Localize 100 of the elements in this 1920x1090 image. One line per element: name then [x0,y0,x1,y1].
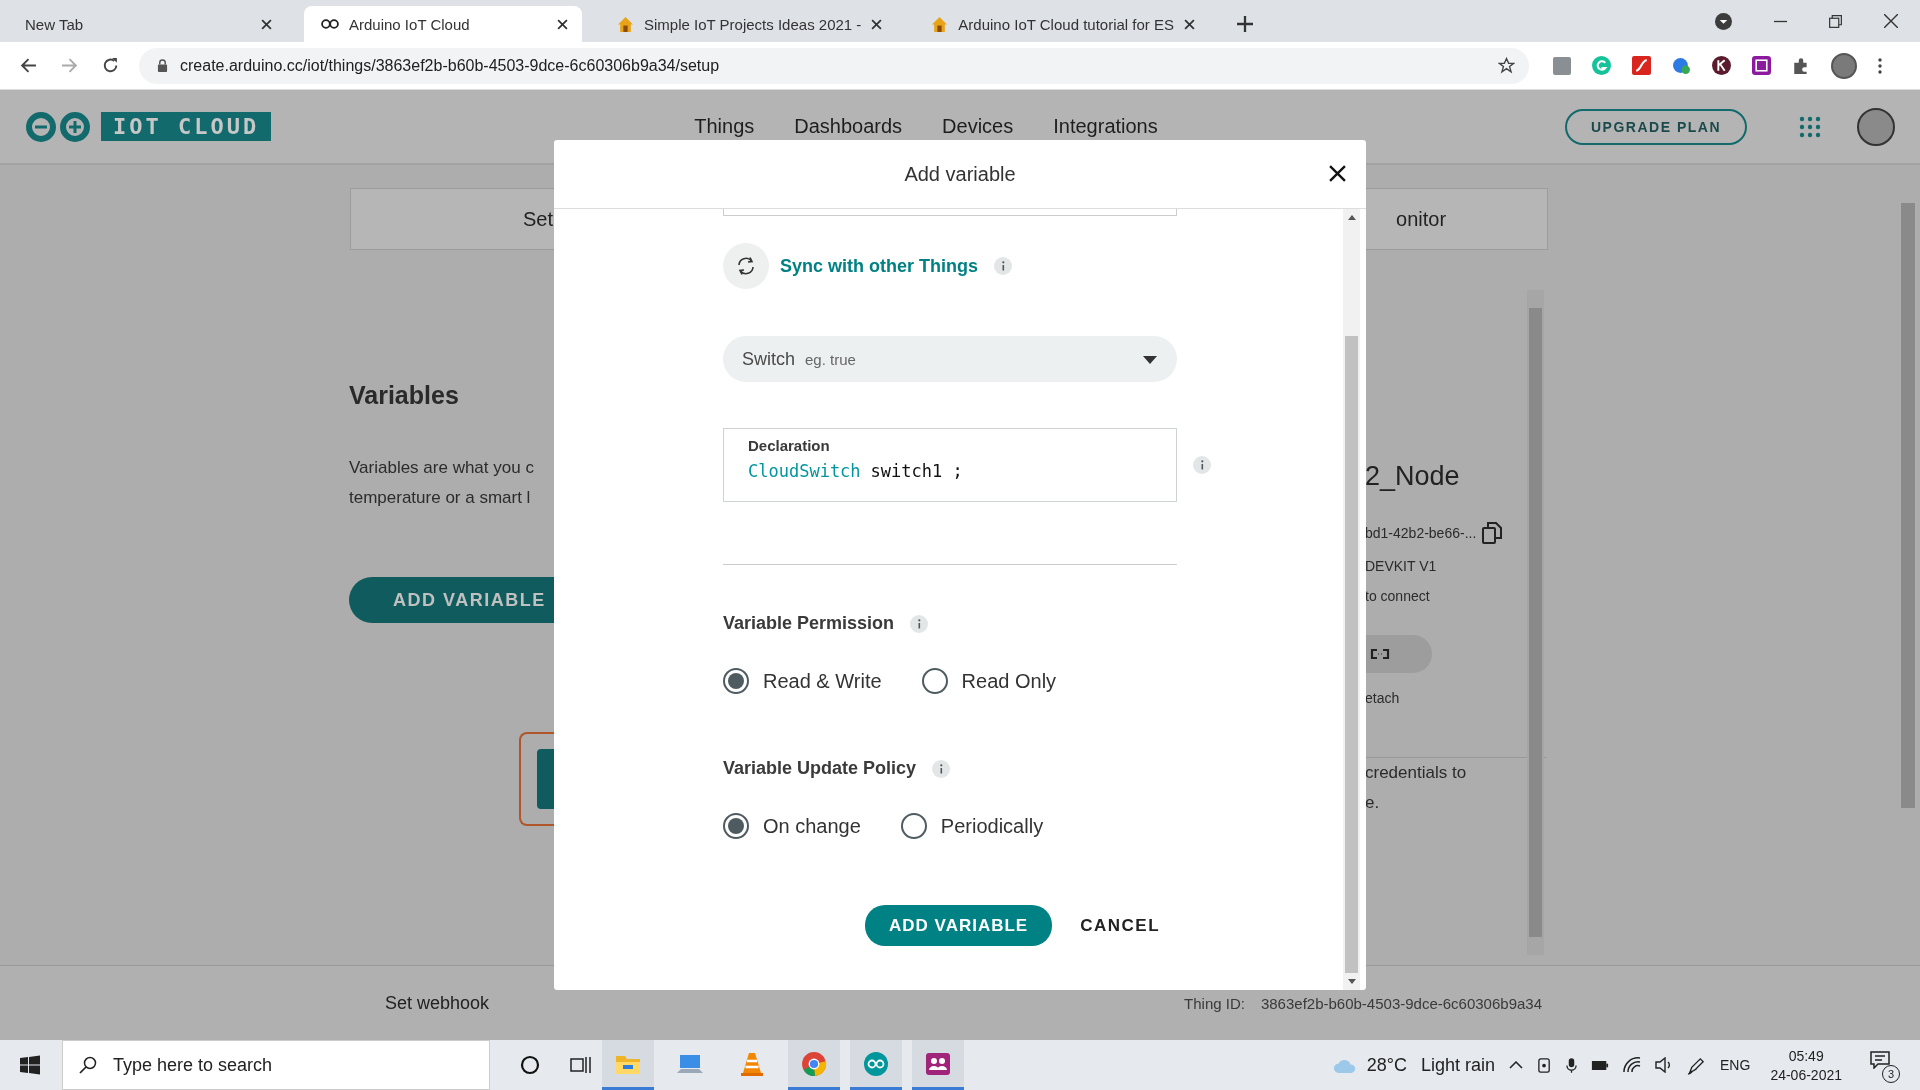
extension-icon[interactable] [1712,56,1731,75]
page-tab[interactable]: onitor [1396,207,1447,231]
nav-link[interactable]: Dashboards [794,115,903,138]
caret-icon [1143,355,1157,364]
reload-icon[interactable] [102,57,119,74]
info-icon[interactable] [932,759,951,778]
declaration-label: Declaration [748,437,831,454]
taskbar-app[interactable] [850,1040,902,1090]
add-variable-button[interactable]: ADD VARIABLE [865,905,1053,946]
scroll-down-icon[interactable] [1347,979,1356,984]
group-label: Variable Permission [723,613,895,634]
nav-link[interactable]: Integrations [1053,115,1158,138]
notifications-button[interactable]: 3 [1870,1047,1900,1083]
browser-tab[interactable]: Arduino IoT Cloud [304,6,582,42]
detach-button[interactable] [1365,635,1432,673]
battery-icon[interactable] [1591,1059,1610,1071]
scroll-up-icon[interactable] [1347,215,1356,220]
group-label: Variable Update Policy [723,758,917,779]
device-id: bd1-42b2-be66-... [1365,525,1477,541]
radio-label[interactable]: Read Only [961,669,1057,693]
plus-icon[interactable] [1237,16,1253,32]
chrome-icon [801,1050,827,1077]
pen-icon[interactable] [1687,1055,1707,1075]
tab-title: Simple IoT Projects Ideas 2021 - [644,15,862,33]
avatar[interactable] [1831,52,1857,79]
scrollbar[interactable] [1343,209,1360,990]
code-variable: switch1 ; [870,461,963,481]
back-arrow-icon[interactable] [20,57,37,74]
task-view-icon[interactable] [570,1055,592,1075]
page-tab[interactable]: Set [523,207,554,231]
thing-id-label: Thing ID: [1184,994,1245,1012]
scrollbar[interactable] [1901,203,1915,808]
radio-label[interactable]: Read & Write [763,669,882,693]
tab-title: Arduino IoT Cloud tutorial for ES [958,15,1174,33]
browser-tab[interactable]: Arduino IoT Cloud tutorial for ES [914,6,1209,42]
chevron-up-icon[interactable] [1509,1061,1524,1069]
house-icon [931,15,949,33]
wifi-icon[interactable] [1623,1057,1642,1073]
type-dropdown[interactable]: Switch eg. true [723,336,1177,382]
dropdown-icon[interactable] [1715,12,1732,30]
cancel-button[interactable]: CANCEL [1074,914,1167,937]
logo-text[interactable]: IOT CLOUD [101,112,272,141]
network-text: e. [1365,792,1381,814]
language-indicator[interactable]: ENG [1720,1057,1751,1073]
card-chip [537,749,557,809]
radio-button[interactable] [723,668,749,694]
clock-date[interactable]: 24-06-2021 [1770,1066,1842,1083]
status-text: to connect [1365,588,1431,604]
nav-link[interactable]: Devices [942,115,1014,138]
board-name: DEVKIT V1 [1365,558,1438,574]
radio-button[interactable] [723,813,749,839]
close-icon[interactable] [261,18,272,30]
copy-icon[interactable] [1482,522,1503,544]
radio-button[interactable] [921,668,948,694]
avatar[interactable] [1857,107,1895,146]
temperature-text[interactable]: 28°C [1366,1054,1407,1076]
microphone-icon[interactable] [1566,1056,1578,1074]
menu-icon[interactable] [1878,57,1882,74]
radio-button[interactable] [900,813,927,839]
description-text: Variables are what you c [349,457,535,479]
close-icon[interactable] [557,18,568,30]
close-icon[interactable] [1884,14,1898,28]
lock-icon [157,59,168,72]
upgrade-plan-button[interactable]: UPGRADE PLAN [1565,108,1747,145]
search-field[interactable]: Type here to search [62,1040,490,1090]
cortana-circle-icon[interactable] [520,1055,540,1075]
sync-link[interactable]: Sync with other Things [780,255,978,277]
address-bar[interactable]: create.arduino.cc/iot/things/3863ef2b-b60b-4503-9dce-6c60306b9a34/setup [139,47,1529,84]
tab-title: New Tab [25,15,85,33]
close-icon[interactable] [871,18,883,30]
clock-time[interactable]: 05:49 [1788,1047,1824,1064]
info-icon[interactable] [1193,456,1211,474]
sync-button[interactable] [723,243,769,289]
text-field[interactable] [723,209,1177,216]
sync-icon [736,256,756,276]
apps-grid-icon[interactable] [1799,115,1821,138]
radio-label[interactable]: On change [763,814,861,838]
radio-label[interactable]: Periodically [940,814,1044,838]
extension-icon[interactable] [1752,56,1771,75]
nav-link[interactable]: Things [694,115,755,138]
camera-icon[interactable] [1537,1057,1553,1073]
star-icon[interactable] [1498,57,1515,74]
weather-text[interactable]: Light rain [1420,1054,1496,1076]
taskbar-app[interactable] [602,1040,654,1090]
browser-tab[interactable]: New Tab [8,6,286,42]
taskbar-app[interactable] [788,1040,840,1090]
taskbar-app[interactable] [912,1040,964,1090]
scrollbar[interactable] [1527,290,1544,955]
close-icon[interactable] [1329,165,1346,182]
browser-tab[interactable]: Simple IoT Projects Ideas 2021 - [600,6,897,42]
puzzle-icon[interactable] [1792,56,1810,75]
close-icon[interactable] [1184,18,1195,30]
network-text: credentials to [1365,762,1468,784]
webhook-link[interactable]: Set webhook [385,992,490,1014]
info-icon[interactable] [994,257,1012,275]
windows-logo-icon[interactable] [20,1055,40,1075]
restore-icon[interactable] [1829,14,1842,28]
info-icon[interactable] [910,614,929,633]
detach-label: etach [1365,690,1401,706]
infinity-logo-icon[interactable] [25,110,91,143]
